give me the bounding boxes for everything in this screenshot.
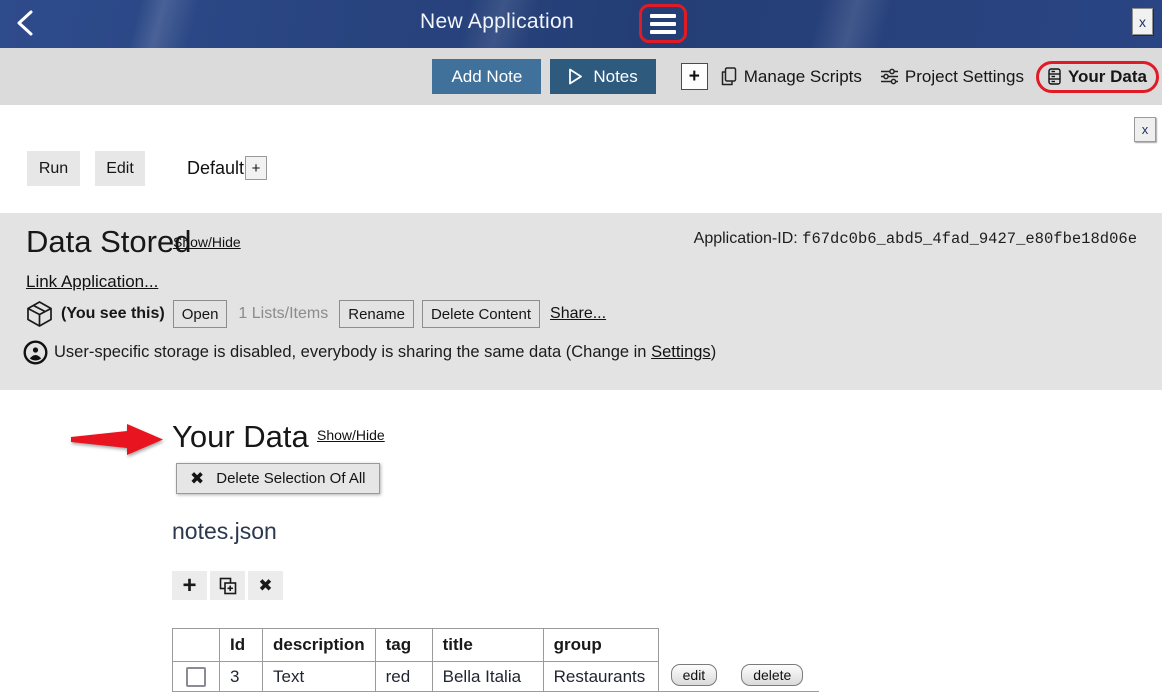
manage-scripts-button[interactable]: Manage Scripts — [721, 67, 862, 87]
rename-button[interactable]: Rename — [339, 300, 414, 328]
data-table: Id description tag title group 3 Text re… — [172, 628, 819, 692]
x-icon: ✖ — [190, 469, 204, 489]
hamburger-menu-button[interactable] — [645, 10, 681, 37]
header-tag: tag — [375, 629, 432, 662]
storage-notice: User-specific storage is disabled, every… — [23, 340, 716, 365]
your-data-label: Your Data — [1068, 67, 1147, 87]
cell-title: Bella Italia — [432, 662, 543, 692]
data-stored-show-hide-link[interactable]: Show/Hide — [173, 234, 241, 250]
row-delete-button[interactable]: delete — [741, 664, 803, 686]
manage-scripts-label: Manage Scripts — [744, 67, 862, 87]
delete-row-button[interactable]: ✖ — [248, 571, 283, 600]
visibility-row: (You see this) Open 1 Lists/Items Rename… — [26, 299, 606, 329]
duplicate-row-button[interactable] — [210, 571, 245, 600]
header-checkbox-col — [173, 629, 220, 662]
toolbar: Add Note Notes + Manage Scripts — [0, 48, 1162, 105]
edit-cell: edit — [658, 662, 725, 692]
header-group: group — [543, 629, 658, 662]
annotation-arrow — [71, 423, 164, 456]
header-description: description — [263, 629, 376, 662]
project-settings-label: Project Settings — [905, 67, 1024, 87]
header-id: Id — [220, 629, 263, 662]
database-icon — [1048, 68, 1061, 85]
your-data-show-hide-link[interactable]: Show/Hide — [317, 427, 385, 443]
annotation-box-your-data: Your Data — [1036, 61, 1159, 93]
notes-button-label: Notes — [593, 67, 637, 87]
row-edit-button[interactable]: edit — [671, 664, 718, 686]
add-profile-button[interactable]: + — [245, 156, 267, 180]
pages-icon — [721, 67, 737, 86]
duplicate-icon — [219, 577, 237, 595]
run-button[interactable]: Run — [27, 151, 80, 186]
delete-content-button[interactable]: Delete Content — [422, 300, 540, 328]
row-checkbox-cell — [173, 662, 220, 692]
toolbar-add-button[interactable]: + — [681, 63, 708, 90]
delete-selection-button[interactable]: ✖ Delete Selection Of All — [176, 463, 380, 494]
notes-button[interactable]: Notes — [550, 59, 655, 94]
app-title: New Application — [420, 10, 574, 34]
row-checkbox[interactable] — [186, 667, 206, 687]
table-row: 3 Text red Bella Italia Restaurants edit… — [173, 662, 820, 692]
link-application-link[interactable]: Link Application... — [26, 272, 158, 292]
profile-label: Default — [187, 158, 244, 179]
project-settings-button[interactable]: Project Settings — [881, 67, 1024, 87]
application-id-label: Application-ID: — [694, 230, 803, 247]
settings-link[interactable]: Settings — [651, 343, 711, 361]
hamburger-icon — [650, 22, 676, 26]
cell-description: Text — [263, 662, 376, 692]
chevron-left-icon — [14, 9, 36, 37]
share-link[interactable]: Share... — [550, 305, 606, 323]
open-button[interactable]: Open — [173, 300, 228, 328]
edit-button[interactable]: Edit — [95, 151, 145, 186]
visibility-label: (You see this) — [61, 305, 165, 323]
data-stored-title: Data Stored — [26, 224, 191, 260]
your-data-button[interactable]: Your Data — [1048, 67, 1147, 87]
title-bar: New Application x — [0, 0, 1162, 48]
data-stored-section: Data Stored Show/Hide Application-ID: f6… — [0, 213, 1162, 390]
panel-close-button[interactable]: x — [1134, 117, 1156, 142]
play-icon — [568, 68, 583, 85]
collection-name: notes.json — [172, 518, 277, 545]
package-cube-icon — [26, 300, 53, 328]
cell-id: 3 — [220, 662, 263, 692]
add-note-button[interactable]: Add Note — [432, 59, 541, 94]
header-title: title — [432, 629, 543, 662]
hamburger-icon — [650, 30, 676, 34]
delete-selection-label: Delete Selection Of All — [216, 470, 365, 487]
your-data-section-title: Your Data — [172, 419, 309, 455]
table-header-row: Id description tag title group — [173, 629, 820, 662]
application-id-value: f67dc0b6_abd5_4fad_9427_e80fbe18d06e — [802, 230, 1137, 248]
back-button[interactable] — [12, 9, 38, 39]
application-id: Application-ID: f67dc0b6_abd5_4fad_9427_… — [694, 230, 1137, 248]
hamburger-icon — [650, 14, 676, 18]
sliders-icon — [881, 68, 898, 85]
cell-tag: red — [375, 662, 432, 692]
add-row-button[interactable]: + — [172, 571, 207, 600]
collection-toolbar: + ✖ — [172, 571, 283, 600]
window-close-button[interactable]: x — [1132, 8, 1153, 35]
delete-cell: delete — [725, 662, 819, 692]
lists-items-count: 1 Lists/Items — [238, 305, 328, 323]
storage-notice-text: User-specific storage is disabled, every… — [54, 343, 716, 362]
cell-group: Restaurants — [543, 662, 658, 692]
app-window: New Application x Add Note Notes + — [0, 0, 1162, 692]
annotation-box-hamburger — [639, 4, 687, 43]
user-icon — [23, 340, 48, 365]
